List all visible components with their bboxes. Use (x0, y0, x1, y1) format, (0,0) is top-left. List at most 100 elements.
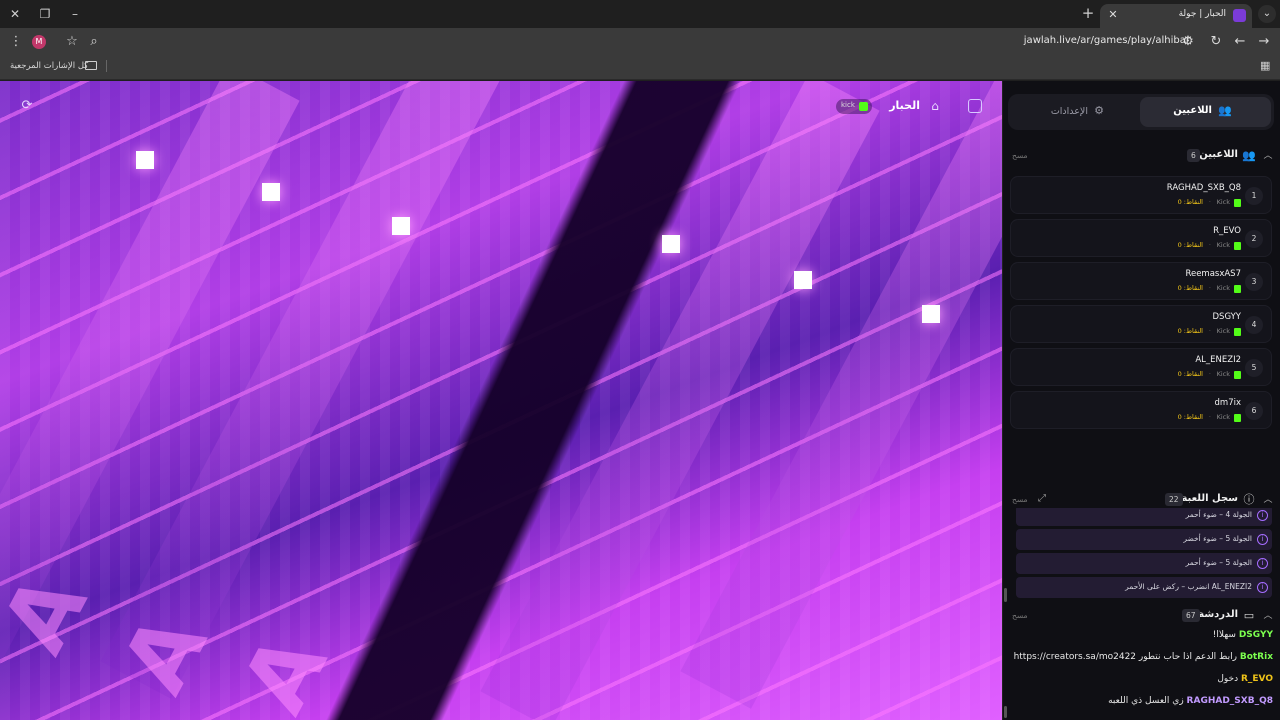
tab-title: الحبار | جولة (1178, 9, 1226, 19)
sliders-icon[interactable]: ⚙ (1092, 104, 1106, 118)
player-rank: 5 (1245, 359, 1263, 377)
info-icon: i (1257, 534, 1268, 545)
apps-grid-icon[interactable]: ▦ (1260, 60, 1272, 72)
player-platform: Kick (1216, 284, 1230, 292)
separator-dot: · (1208, 413, 1211, 421)
player-points: النقاط: 0 (1177, 327, 1203, 335)
player-rank: 4 (1245, 316, 1263, 334)
log-count-badge: 22 (1165, 493, 1183, 506)
players-clear-button[interactable]: مسح (1012, 151, 1028, 160)
browser-tabbar: ✕ ❐ – + ✕ الحبار | جولة ⌄ (0, 0, 1280, 28)
separator-dot: · (1208, 370, 1211, 378)
log-section-header[interactable]: ︿ ⓘ سجل اللعبة 22 ⤢ مسح (1008, 490, 1274, 510)
chevron-up-icon[interactable]: ︿ (1262, 150, 1274, 162)
sidebar-toggle-icon[interactable] (968, 99, 982, 113)
log-clear-button[interactable]: مسح (1012, 495, 1028, 504)
chat-username: RAGHAD_SXB_Q8 (1186, 696, 1273, 706)
refresh-icon[interactable]: ⟳ (19, 98, 35, 114)
players-section-header[interactable]: ︿ 👥 اللاعبين 6 مسح (1008, 146, 1274, 166)
window-close-icon[interactable]: ✕ (4, 4, 26, 24)
bookmark-star-icon[interactable]: ☆ (62, 32, 82, 52)
game-stripe (100, 81, 500, 699)
game-canvas[interactable]: A A A (0, 81, 1002, 720)
player-card[interactable]: 2 R_EVO Kick · النقاط: 0 (1010, 219, 1272, 257)
chat-username: DSGYY (1238, 630, 1273, 640)
player-name: RAGHAD_SXB_Q8 (1166, 183, 1241, 193)
chat-username: BotRix (1239, 652, 1273, 662)
player-points: النقاط: 0 (1177, 198, 1203, 206)
tab-settings[interactable]: الإعدادات (1040, 106, 1088, 117)
separator-dot: · (1208, 284, 1211, 292)
kick-icon (1234, 199, 1241, 207)
kick-icon (859, 102, 868, 111)
platform-badge: kick (836, 99, 872, 114)
separator-dot: · (1208, 198, 1211, 206)
player-name: DSGYY (1212, 312, 1242, 322)
player-card[interactable]: 1 RAGHAD_SXB_Q8 Kick · النقاط: 0 (1010, 176, 1272, 214)
player-points: النقاط: 0 (1177, 413, 1203, 421)
chevron-up-icon[interactable]: ︿ (1262, 610, 1274, 622)
browser-menu-icon[interactable]: ⋮ (6, 32, 26, 52)
zoom-icon[interactable]: ⌕ (84, 32, 104, 52)
player-platform: Kick (1216, 413, 1230, 421)
window-restore-icon[interactable]: ❐ (34, 4, 56, 24)
game-stripe (480, 81, 880, 720)
game-light (392, 217, 410, 235)
forward-icon[interactable]: → (1254, 32, 1274, 52)
kick-icon (1234, 242, 1241, 250)
log-item: i الجولة 5 – ضوء أخضر (1016, 529, 1272, 550)
game-log-list[interactable]: i الجولة 4 – ضوء أحمر i الجولة 5 – ضوء أ… (1014, 508, 1274, 600)
player-platform: Kick (1216, 327, 1230, 335)
kick-icon (1234, 285, 1241, 293)
all-bookmarks-label[interactable]: كل الإشارات المرجعية (10, 61, 88, 71)
log-scrollbar[interactable] (1004, 588, 1007, 602)
game-title: الحبار (889, 99, 920, 112)
player-platform: Kick (1216, 241, 1230, 249)
log-item: i الجولة 5 – ضوء أحمر (1016, 553, 1272, 574)
player-platform: Kick (1216, 370, 1230, 378)
player-points: النقاط: 0 (1177, 241, 1203, 249)
player-card[interactable]: 4 DSGYY Kick · النقاط: 0 (1010, 305, 1272, 343)
profile-avatar[interactable]: M (32, 35, 46, 49)
new-tab-button[interactable]: + (1078, 4, 1098, 24)
address-bar[interactable]: jawlah.live/ar/games/play/alhibar (1024, 35, 1190, 46)
browser-tab[interactable]: ✕ الحبار | جولة (1100, 4, 1252, 28)
game-light (662, 235, 680, 253)
separator-dot: · (1208, 241, 1211, 249)
player-rank: 2 (1245, 230, 1263, 248)
window-minimize-icon[interactable]: – (64, 4, 86, 24)
chat-section-header[interactable]: ︿ ▭ الدردشة 67 مسح (1008, 606, 1274, 626)
game-decoration: A (0, 558, 108, 669)
tab-close-icon[interactable]: ✕ (1104, 6, 1122, 24)
platform-badge-label: kick (841, 101, 855, 109)
info-icon: i (1257, 582, 1268, 593)
bookmarks-divider (106, 60, 107, 72)
chat-message: DSGYY سهلاا! (1213, 630, 1273, 640)
game-light (136, 151, 154, 169)
info-icon: i (1257, 510, 1268, 521)
player-card[interactable]: 6 dm7ix Kick · النقاط: 0 (1010, 391, 1272, 429)
chevron-up-icon[interactable]: ︿ (1262, 494, 1274, 506)
chat-count-badge: 67 (1182, 609, 1200, 622)
expand-icon[interactable]: ⤢ (1038, 493, 1050, 505)
player-name: ReemasxAS7 (1185, 269, 1241, 279)
reload-icon[interactable]: ↻ (1206, 32, 1226, 52)
log-text: الجولة 4 – ضوء أحمر (1185, 510, 1252, 519)
chat-scrollbar[interactable] (1004, 706, 1007, 718)
chat-text: دخول (1217, 674, 1239, 684)
home-icon[interactable]: ⌂ (927, 98, 943, 114)
tab-search-icon[interactable]: ⌄ (1258, 5, 1276, 23)
player-card[interactable]: 5 AL_ENEZI2 Kick · النقاط: 0 (1010, 348, 1272, 386)
player-card[interactable]: 3 ReemasxAS7 Kick · النقاط: 0 (1010, 262, 1272, 300)
player-rank: 1 (1245, 187, 1263, 205)
log-text: AL_ENEZI2 انضرب – ركض على الأحمر (1125, 582, 1252, 591)
chat-clear-button[interactable]: مسح (1012, 611, 1028, 620)
kick-icon (1234, 328, 1241, 336)
game-light (794, 271, 812, 289)
back-icon[interactable]: ← (1230, 32, 1250, 52)
folder-icon[interactable] (85, 61, 97, 70)
game-decoration: A (222, 618, 348, 720)
log-text: الجولة 5 – ضوء أخضر (1183, 534, 1252, 543)
tab-players-label[interactable]: اللاعبين (1160, 105, 1212, 116)
log-section-title: سجل اللعبة (1181, 493, 1238, 504)
